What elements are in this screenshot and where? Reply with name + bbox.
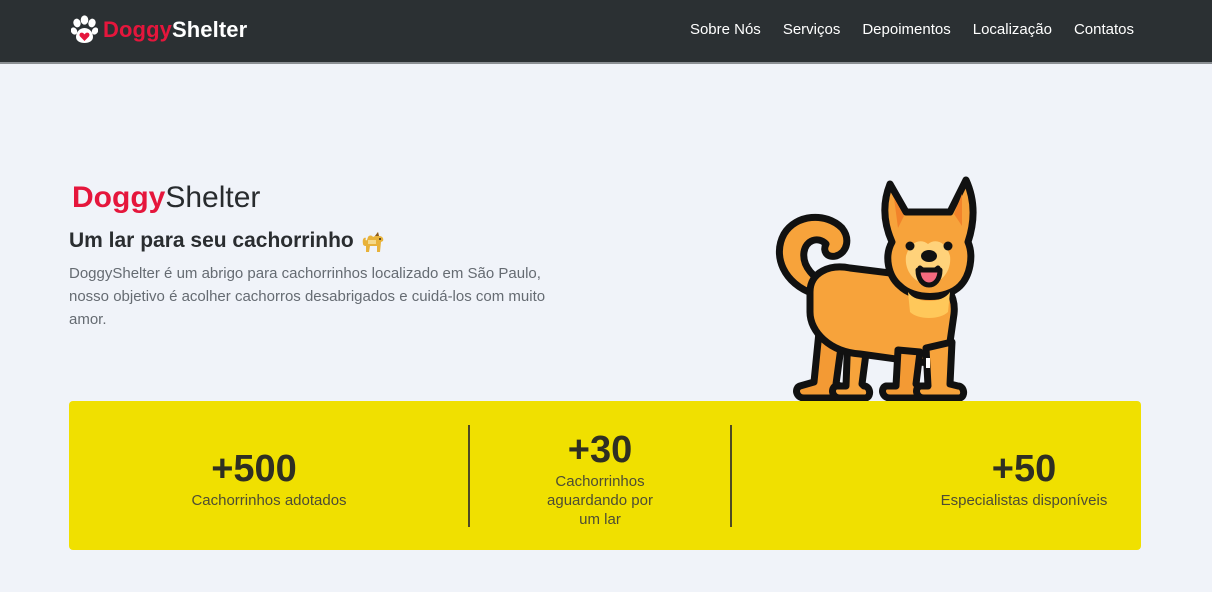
- stat-value: +30: [567, 429, 633, 471]
- hero-brand-part1: Doggy: [72, 181, 166, 214]
- stat-label: Cachorrinhos aguardando por um lar: [547, 473, 653, 528]
- nav-menu: Sobre Nós Serviços Depoimentos Localizaç…: [690, 20, 1134, 40]
- stat-value: +50: [991, 448, 1057, 490]
- dog-emoji-icon: [362, 232, 384, 252]
- nav-link-depoimentos[interactable]: Depoimentos: [862, 20, 950, 40]
- stat-specialists: +50 Especialistas disponíveis: [919, 447, 1129, 510]
- stats-bar: +500 Cachorrinhos adotados +30 Cachorrin…: [69, 401, 1141, 550]
- stat-value: +500: [211, 448, 297, 490]
- stats-divider: [468, 425, 470, 527]
- brand-name-part1: Doggy: [103, 17, 172, 42]
- dog-illustration: [776, 176, 977, 402]
- stats-divider: [730, 425, 732, 527]
- stat-label: Especialistas disponíveis: [940, 492, 1108, 509]
- hero-brand-title: DoggyShelter: [72, 180, 260, 216]
- nav-link-localizacao[interactable]: Localização: [973, 20, 1052, 40]
- brand-name-part2: Shelter: [171, 17, 248, 42]
- hero-brand-part2: Shelter: [165, 181, 261, 214]
- stat-label: Cachorrinhos adotados: [191, 492, 347, 509]
- hero-heading-text: Um lar para seu cachorrinho: [69, 229, 354, 252]
- nav-link-contatos[interactable]: Contatos: [1074, 20, 1134, 40]
- nav-link-servicos[interactable]: Serviços: [783, 20, 841, 40]
- navbar: DoggyShelter Sobre Nós Serviços Depoimen…: [0, 0, 1212, 64]
- hero-description: DoggyShelter é um abrigo para cachorrinh…: [69, 265, 546, 328]
- hero-heading: Um lar para seu cachorrinho: [69, 228, 387, 254]
- paw-heart-icon: [71, 15, 98, 43]
- nav-link-sobre-nos[interactable]: Sobre Nós: [690, 20, 761, 40]
- stat-waiting: +30 Cachorrinhos aguardando por um lar: [539, 428, 661, 529]
- brand-logo-link[interactable]: DoggyShelter: [71, 13, 247, 47]
- stat-adopted: +500 Cachorrinhos adotados: [69, 447, 469, 510]
